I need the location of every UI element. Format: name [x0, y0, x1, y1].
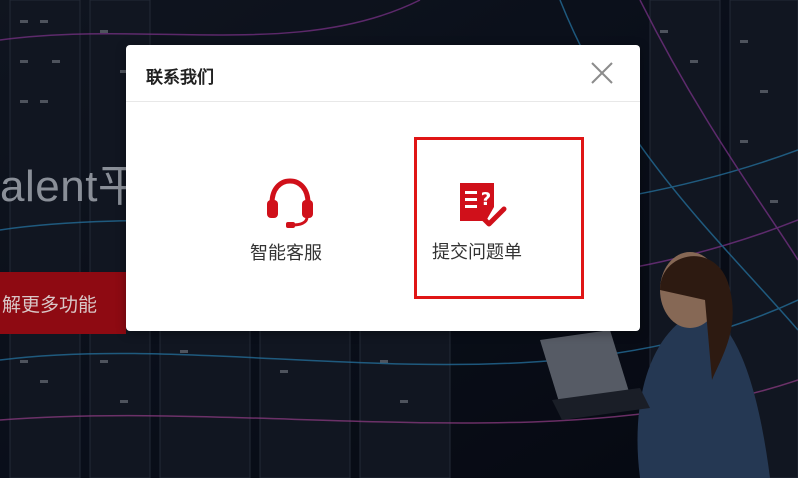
page: alent平 解更多功能 联系我们 智能客服 ? 提交问题单 [0, 0, 798, 478]
dialog-header: 联系我们 [126, 45, 640, 102]
smart-service-label: 智能客服 [250, 243, 322, 264]
svg-text:?: ? [481, 189, 491, 210]
contact-us-dialog: 联系我们 智能客服 ? 提交问题单 [126, 45, 640, 331]
headset-icon [267, 178, 313, 228]
smart-service-option[interactable]: 智能客服 [222, 165, 362, 275]
submit-ticket-option[interactable]: ? 提交问题单 [414, 137, 584, 299]
close-button[interactable] [588, 59, 616, 87]
ticket-icon: ? [460, 183, 507, 227]
dialog-title: 联系我们 [146, 68, 214, 88]
learn-more-button[interactable]: 解更多功能 [0, 272, 126, 334]
hero-heading: alent平 [0, 162, 143, 211]
close-icon [591, 62, 613, 84]
submit-ticket-label: 提交问题单 [432, 242, 522, 263]
